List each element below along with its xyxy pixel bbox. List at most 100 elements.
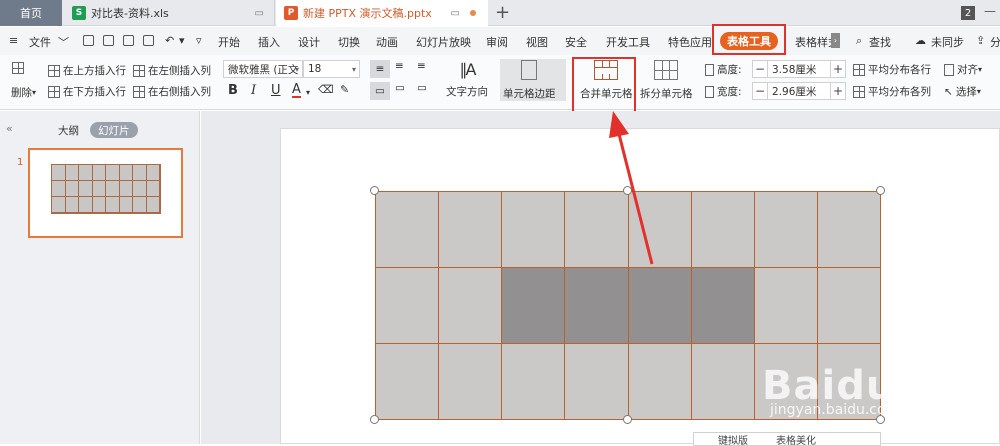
decrement-icon[interactable]: −: [753, 84, 767, 98]
decrement-icon[interactable]: −: [753, 62, 767, 76]
search-label[interactable]: 查找: [869, 34, 891, 50]
resize-handle-bottom[interactable]: [623, 415, 632, 424]
bold-button[interactable]: B: [228, 83, 238, 98]
align-center-icon[interactable]: ≡: [395, 60, 404, 72]
align-middle-icon[interactable]: ▭: [395, 82, 405, 94]
distribute-cols-button[interactable]: 平均分布各列: [853, 84, 931, 99]
tab-home[interactable]: 首页: [0, 0, 62, 26]
italic-button[interactable]: I: [251, 83, 256, 98]
menu-insert[interactable]: 插入: [258, 34, 280, 50]
save-icon[interactable]: [83, 35, 94, 46]
share-icon[interactable]: ⇪: [976, 34, 985, 47]
insert-row-above-button[interactable]: 在上方插入行: [48, 63, 126, 78]
chevron-down-icon[interactable]: ▾: [306, 88, 310, 97]
table-cell[interactable]: [374, 267, 440, 344]
menu-special[interactable]: 特色应用: [668, 34, 712, 50]
table-cell[interactable]: [816, 267, 882, 344]
align-left-icon[interactable]: ≡: [370, 60, 390, 78]
table-cell[interactable]: [438, 191, 503, 268]
table-cell[interactable]: [690, 191, 755, 268]
insert-col-left-button[interactable]: 在左侧插入列: [133, 63, 211, 78]
table-cell[interactable]: [501, 191, 566, 268]
width-input[interactable]: 2.96厘米: [767, 83, 831, 99]
menu-file[interactable]: 文件: [29, 34, 51, 50]
menu-slideshow[interactable]: 幻灯片放映: [416, 34, 471, 50]
table-cell[interactable]: [753, 267, 818, 344]
minimize-icon[interactable]: —: [984, 4, 996, 18]
cloud-icon[interactable]: ☁: [915, 34, 926, 47]
split-cells-button[interactable]: 拆分单元格: [640, 60, 693, 101]
highlight-icon[interactable]: ✎: [340, 83, 349, 96]
chevron-down-icon[interactable]: ﹀: [58, 34, 69, 50]
search-icon[interactable]: ⌕: [856, 34, 862, 48]
table-cell[interactable]: [438, 267, 503, 344]
distribute-rows-button[interactable]: 平均分布各行: [853, 62, 931, 77]
text-direction-button[interactable]: ∥A 文字方向: [446, 60, 488, 99]
tab-slides[interactable]: 幻灯片: [90, 122, 138, 138]
resize-handle-bottom-left[interactable]: [370, 415, 379, 424]
table-cell[interactable]: [564, 191, 629, 268]
table-cell-selected[interactable]: [627, 267, 692, 344]
hamburger-icon[interactable]: ≡: [9, 34, 18, 47]
menu-developer[interactable]: 开发工具: [606, 34, 650, 50]
insert-col-right-button[interactable]: 在右侧插入列: [133, 84, 211, 99]
print-preview-icon[interactable]: [143, 35, 154, 46]
resize-handle-top[interactable]: [623, 186, 632, 195]
print-icon[interactable]: [123, 35, 134, 46]
select-button[interactable]: ↖ 选择 ▾: [944, 84, 981, 99]
table-cell[interactable]: [627, 343, 692, 420]
export-pdf-icon[interactable]: [103, 35, 114, 46]
collapse-panel-icon[interactable]: «: [6, 122, 13, 135]
table-cell[interactable]: [816, 191, 882, 268]
font-color-button[interactable]: A: [292, 83, 301, 98]
table-cell-selected[interactable]: [564, 267, 629, 344]
resize-handle-top-right[interactable]: [876, 186, 885, 195]
cell-margin-button[interactable]: 单元格边距: [503, 60, 556, 101]
height-input[interactable]: 3.58厘米: [767, 61, 831, 77]
menu-security[interactable]: 安全: [565, 34, 587, 50]
align-top-icon[interactable]: ▭: [370, 82, 390, 100]
align-bottom-icon[interactable]: ▭: [417, 82, 427, 94]
table-cell[interactable]: [501, 343, 566, 420]
font-family-select[interactable]: 微软雅黑 (正文 ▾: [223, 60, 303, 78]
menu-design[interactable]: 设计: [298, 34, 320, 50]
monitor-icon[interactable]: ▭: [255, 8, 264, 19]
table-cell[interactable]: [690, 343, 755, 420]
window-count-badge[interactable]: 2: [961, 6, 975, 20]
tab-xls-document[interactable]: S 对比表-资料.xls ▭: [62, 0, 275, 26]
table-cell-selected[interactable]: [501, 267, 566, 344]
share-label[interactable]: 分: [990, 34, 1000, 50]
menu-review[interactable]: 审阅: [486, 34, 508, 50]
delete-table-icon[interactable]: [12, 62, 27, 74]
menu-view[interactable]: 视图: [526, 34, 548, 50]
monitor-icon[interactable]: ▭: [451, 8, 460, 19]
resize-handle-top-left[interactable]: [370, 186, 379, 195]
new-tab-button[interactable]: +: [495, 2, 510, 23]
table-cell[interactable]: [753, 191, 818, 268]
menu-start[interactable]: 开始: [218, 34, 240, 50]
table-cell[interactable]: [374, 191, 440, 268]
menu-animation[interactable]: 动画: [376, 34, 398, 50]
menu-table-tools[interactable]: 表格工具: [720, 32, 778, 50]
width-stepper[interactable]: − 2.96厘米 +: [752, 82, 846, 100]
insert-row-below-button[interactable]: 在下方插入行: [48, 84, 126, 99]
undo-icon[interactable]: ↶: [165, 34, 174, 47]
tab-outline[interactable]: 大纲: [58, 122, 79, 138]
menu-transition[interactable]: 切换: [338, 34, 360, 50]
table-cell[interactable]: [564, 343, 629, 420]
undo-dropdown-icon[interactable]: ▾: [179, 34, 185, 47]
customize-toolbar-icon[interactable]: ▿: [196, 34, 202, 47]
slide-thumbnail[interactable]: [28, 148, 183, 238]
font-size-select[interactable]: 18 ▾: [303, 60, 360, 78]
table-cell-selected[interactable]: [690, 267, 755, 344]
tab-ppt-document[interactable]: P 新建 PPTX 演示文稿.pptx ▭: [276, 0, 488, 26]
align-button[interactable]: 对齐 ▾: [944, 62, 982, 77]
height-stepper[interactable]: − 3.58厘米 +: [752, 60, 846, 78]
table-cell[interactable]: [374, 343, 440, 420]
table-cell[interactable]: [627, 191, 692, 268]
underline-button[interactable]: U: [271, 83, 281, 98]
clear-format-icon[interactable]: ⌫: [318, 83, 334, 96]
table-cell[interactable]: [438, 343, 503, 420]
sync-status[interactable]: 未同步: [931, 34, 964, 50]
chevron-right-icon[interactable]: ›: [831, 33, 840, 48]
